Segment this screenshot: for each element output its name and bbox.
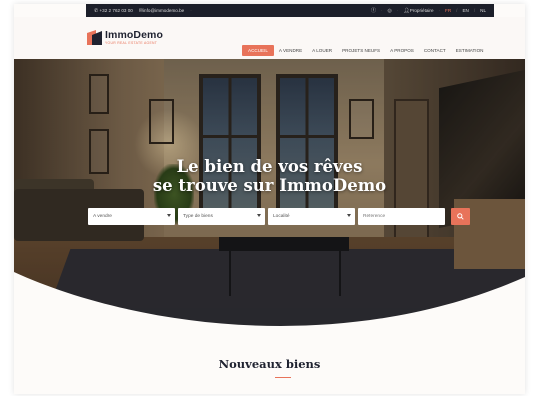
- transaction-select[interactable]: A vendre: [88, 208, 175, 225]
- nav-a-propos[interactable]: A PROPOS: [385, 45, 419, 56]
- chevron-down-icon: [167, 214, 171, 217]
- hero-title-line-1: Le bien de vos rêves: [176, 157, 363, 176]
- page-frame: ✆ +32 2 762 03 00 ✉info@immodemo.be · ⓕ …: [14, 4, 525, 394]
- logo-tagline: YOUR REAL ESTATE AGENT: [105, 40, 158, 45]
- divider: /: [456, 8, 458, 13]
- chevron-down-icon: [347, 214, 351, 217]
- locality-select-value: Localité: [273, 214, 290, 219]
- lang-en[interactable]: EN: [462, 8, 468, 13]
- phone-icon: ✆: [94, 7, 99, 14]
- nav-estimation[interactable]: ESTIMATION: [451, 45, 489, 56]
- search-button[interactable]: [451, 208, 470, 225]
- hero-title-line-2: se trouve sur ImmoDemo: [152, 176, 387, 195]
- email-link[interactable]: ✉info@immodemo.be: [139, 8, 184, 14]
- property-type-select[interactable]: Type de biens: [178, 208, 265, 225]
- transaction-select-value: A vendre: [93, 214, 112, 219]
- top-bar-right: ⓕ · ◎ · 👤︎Propriétaire · FR / EN / NL: [371, 7, 486, 15]
- divider: ·: [380, 8, 383, 13]
- divider: ·: [190, 8, 192, 13]
- lang-fr[interactable]: FR: [445, 8, 451, 13]
- phone-text: +32 2 762 03 00: [99, 7, 133, 13]
- email-text: info@immodemo.be: [143, 7, 185, 13]
- nav-a-vendre[interactable]: A VENDRE: [274, 45, 307, 56]
- top-bar: ✆ +32 2 762 03 00 ✉info@immodemo.be · ⓕ …: [86, 4, 494, 17]
- main-nav: ACCUEIL A VENDRE A LOUER PROJETS NEUFS A…: [242, 45, 488, 56]
- reference-input[interactable]: [358, 208, 445, 225]
- nav-accueil[interactable]: ACCUEIL: [242, 45, 274, 56]
- nav-contact[interactable]: CONTACT: [419, 45, 451, 56]
- nav-projets-neufs[interactable]: PROJETS NEUFS: [337, 45, 385, 56]
- divider: ·: [396, 8, 399, 13]
- nav-a-louer[interactable]: A LOUER: [307, 45, 337, 56]
- logo[interactable]: ImmoDemo YOUR REAL ESTATE AGENT: [87, 30, 163, 45]
- divider: ·: [438, 8, 441, 13]
- owner-link-label: Propriétaire: [409, 7, 434, 13]
- owner-link[interactable]: 👤︎Propriétaire: [403, 8, 433, 14]
- divider: /: [473, 8, 476, 13]
- instagram-icon[interactable]: ◎: [388, 8, 392, 14]
- section-title: Nouveaux biens: [218, 357, 321, 371]
- lang-nl[interactable]: NL: [480, 8, 486, 13]
- section-title-underline: [275, 377, 291, 378]
- phone-link[interactable]: ✆ +32 2 762 03 00: [94, 8, 133, 14]
- contact-info: ✆ +32 2 762 03 00 ✉info@immodemo.be ·: [94, 8, 192, 14]
- hero-title: Le bien de vos rêves se trouve sur ImmoD…: [14, 157, 525, 195]
- property-search-form: A vendre Type de biens Localité: [88, 208, 470, 225]
- logo-house-icon: [87, 30, 102, 45]
- hero-wave-divider: [14, 272, 525, 352]
- search-icon: [457, 213, 464, 220]
- facebook-icon[interactable]: ⓕ: [371, 7, 376, 14]
- logo-name: ImmoDemo: [105, 29, 163, 42]
- property-type-select-value: Type de biens: [183, 214, 213, 219]
- locality-select[interactable]: Localité: [268, 208, 355, 225]
- chevron-down-icon: [257, 214, 261, 217]
- site-header: ImmoDemo YOUR REAL ESTATE AGENT ACCUEIL …: [14, 17, 525, 59]
